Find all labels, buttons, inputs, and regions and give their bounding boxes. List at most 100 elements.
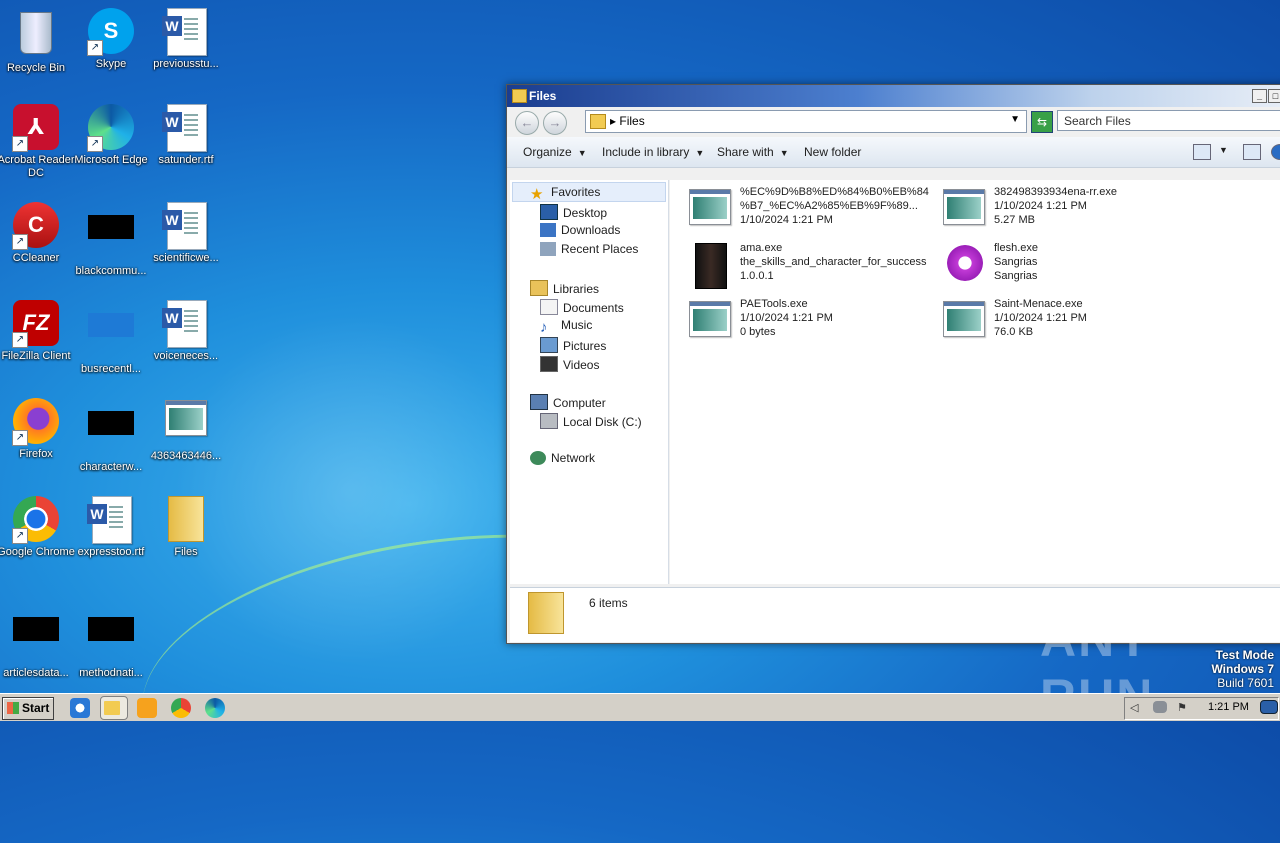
desktop-icon-expresstoo[interactable]: W expresstoo.rtf xyxy=(71,496,151,559)
internet-explorer-icon[interactable] xyxy=(70,698,90,718)
black-thumbnail-icon xyxy=(87,215,135,263)
desktop-icon xyxy=(540,204,558,220)
desktop-icon-label: FileZilla Client xyxy=(1,350,71,362)
file-list: %EC%9D%B8%ED%84%B0%EB%84 %B7_%EC%A2%85%EB… xyxy=(670,180,1280,584)
desktop-icon-label: articlesdata... xyxy=(3,667,69,679)
nav-computer[interactable]: Computer xyxy=(530,394,606,410)
chrome-icon[interactable] xyxy=(171,698,191,718)
desktop-icon-label: previousstu... xyxy=(153,58,219,70)
dark-book-icon xyxy=(689,243,733,289)
word-document-icon: W xyxy=(162,202,210,250)
view-options-icon[interactable] xyxy=(1193,144,1211,160)
desktop-icon-busrecentl[interactable]: busrecentl... xyxy=(71,300,151,376)
file-item[interactable]: Saint-Menace.exe 1/10/2024 1:21 PM 76.0 KB xyxy=(943,297,1193,345)
organize-button[interactable]: Organize ▼ xyxy=(523,145,587,159)
desktop-icon-label: voiceneces... xyxy=(153,350,219,362)
computer-icon xyxy=(530,394,548,410)
file-item[interactable]: flesh.exe Sangrias Sangrias xyxy=(943,241,1193,289)
nav-network[interactable]: Network xyxy=(530,451,595,465)
nav-favorites[interactable]: ★ Favorites xyxy=(530,185,600,202)
explorer-window[interactable]: Files _ □ ← → ▸ Files ▼ ⇆ Search Files O… xyxy=(506,84,1280,644)
desktop-icon-label: Firefox xyxy=(19,448,53,460)
exe-icon xyxy=(689,187,733,227)
desktop-icon-methodnati[interactable]: methodnati... xyxy=(71,604,151,680)
documents-icon xyxy=(540,299,558,315)
desktop-icon-acrobat[interactable]: ⅄ ↗ Acrobat Reader DC xyxy=(0,104,76,180)
volume-icon[interactable]: ◁ xyxy=(1130,701,1142,714)
nav-recent-places[interactable]: Recent Places xyxy=(540,242,638,256)
preview-pane-icon[interactable] xyxy=(1243,144,1261,160)
desktop-icon-label: Acrobat Reader DC xyxy=(0,154,75,179)
chevron-down-icon[interactable]: ▼ xyxy=(1010,114,1020,125)
nav-pictures[interactable]: Pictures xyxy=(540,337,606,353)
desktop-icon-files-folder[interactable]: Files xyxy=(146,496,226,559)
desktop-icon-label: Files xyxy=(174,546,198,558)
folder-icon xyxy=(590,114,606,129)
desktop-icon-blackcommu[interactable]: blackcommu... xyxy=(71,202,151,278)
back-button[interactable]: ← xyxy=(515,111,539,135)
desktop-icon-characterw[interactable]: characterw... xyxy=(71,398,151,474)
network-icon xyxy=(530,451,546,465)
start-button[interactable]: Start xyxy=(2,697,54,720)
share-with-button[interactable]: Share with ▼ xyxy=(717,145,789,159)
word-document-icon: W xyxy=(162,8,210,56)
desktop-icon-chrome[interactable]: ↗ Google Chrome xyxy=(0,496,76,559)
nav-local-disk[interactable]: Local Disk (C:) xyxy=(540,413,642,429)
exe-shield-icon xyxy=(162,400,210,448)
nav-libraries[interactable]: Libraries xyxy=(530,280,599,296)
file-item[interactable]: ama.exe the_skills_and_character_for_succ… xyxy=(689,241,939,289)
desktop-icon-skype[interactable]: S ↗ Skype xyxy=(71,8,151,71)
desktop-icon-previousstu[interactable]: W previousstu... xyxy=(146,8,226,71)
desktop-icon-satunder[interactable]: W satunder.rtf xyxy=(146,104,226,167)
window-titlebar[interactable]: Files _ □ xyxy=(507,85,1280,107)
music-icon: ♪ xyxy=(540,319,548,336)
purple-gear-icon xyxy=(943,243,987,283)
test-mode-notice: Test Mode Windows 7 Build 7601 xyxy=(1211,648,1274,690)
file-details: 382498393934ena-rr.exe 1/10/2024 1:21 PM 5… xyxy=(994,186,1117,226)
desktop-icon-4363463446[interactable]: 4363463446... xyxy=(146,398,226,463)
edge-icon[interactable] xyxy=(205,698,225,718)
folder-icon xyxy=(104,701,120,715)
include-in-library-button[interactable]: Include in library ▼ xyxy=(602,145,704,159)
desktop-icon-recycle-bin[interactable]: Recycle Bin xyxy=(0,8,76,75)
desktop-icon-edge[interactable]: ↗ Microsoft Edge xyxy=(71,104,151,167)
address-box[interactable]: ▸ Files ▼ xyxy=(585,110,1027,133)
minimize-button[interactable]: _ xyxy=(1252,89,1267,103)
help-icon[interactable] xyxy=(1271,144,1280,160)
new-folder-button[interactable]: New folder xyxy=(804,145,861,159)
show-desktop-icon[interactable] xyxy=(1260,700,1278,714)
nav-music[interactable]: ♪ Music xyxy=(540,318,592,335)
refresh-button[interactable]: ⇆ xyxy=(1031,111,1053,133)
chevron-down-icon[interactable]: ▼ xyxy=(1219,145,1228,155)
desktop-icon-firefox[interactable]: ↗ Firefox xyxy=(0,398,76,461)
desktop-icon-label: characterw... xyxy=(79,461,143,473)
exe-icon xyxy=(943,187,987,227)
file-item[interactable]: %EC%9D%B8%ED%84%B0%EB%84 %B7_%EC%A2%85%EB… xyxy=(689,185,939,233)
search-input[interactable]: Search Files xyxy=(1057,110,1280,131)
network-tray-icon[interactable] xyxy=(1153,701,1167,713)
maximize-button[interactable]: □ xyxy=(1268,89,1280,103)
file-details: %EC%9D%B8%ED%84%B0%EB%84 %B7_%EC%A2%85%EB… xyxy=(740,186,929,226)
breadcrumb[interactable]: ▸ Files xyxy=(610,114,645,128)
media-player-icon[interactable] xyxy=(137,698,157,718)
black-thumbnail-icon xyxy=(87,617,135,665)
chrome-icon: ↗ xyxy=(12,496,60,544)
desktop-icon-label: CCleaner xyxy=(12,252,60,264)
clock[interactable]: 1:21 PM xyxy=(1208,701,1249,713)
desktop-icon-ccleaner[interactable]: C ↗ CCleaner xyxy=(0,202,76,265)
exe-shield-icon xyxy=(943,299,987,339)
firefox-icon: ↗ xyxy=(12,398,60,446)
recent-places-icon xyxy=(540,242,556,256)
file-item[interactable]: PAETools.exe 1/10/2024 1:21 PM 0 bytes xyxy=(689,297,939,345)
nav-downloads[interactable]: Downloads xyxy=(540,223,620,237)
nav-desktop[interactable]: Desktop xyxy=(540,204,607,220)
desktop-icon-scientificwe[interactable]: W scientificwe... xyxy=(146,202,226,265)
file-item[interactable]: 382498393934ena-rr.exe 1/10/2024 1:21 PM 5… xyxy=(943,185,1193,233)
nav-documents[interactable]: Documents xyxy=(540,299,624,315)
forward-button[interactable]: → xyxy=(543,111,567,135)
desktop-icon-voiceneces[interactable]: W voiceneces... xyxy=(146,300,226,363)
desktop-icon-articlesdata[interactable]: articlesdata... xyxy=(0,604,76,680)
desktop-icon-filezilla[interactable]: FZ ↗ FileZilla Client xyxy=(0,300,76,363)
flag-icon[interactable]: ⚑ xyxy=(1177,701,1189,714)
nav-videos[interactable]: Videos xyxy=(540,356,599,372)
